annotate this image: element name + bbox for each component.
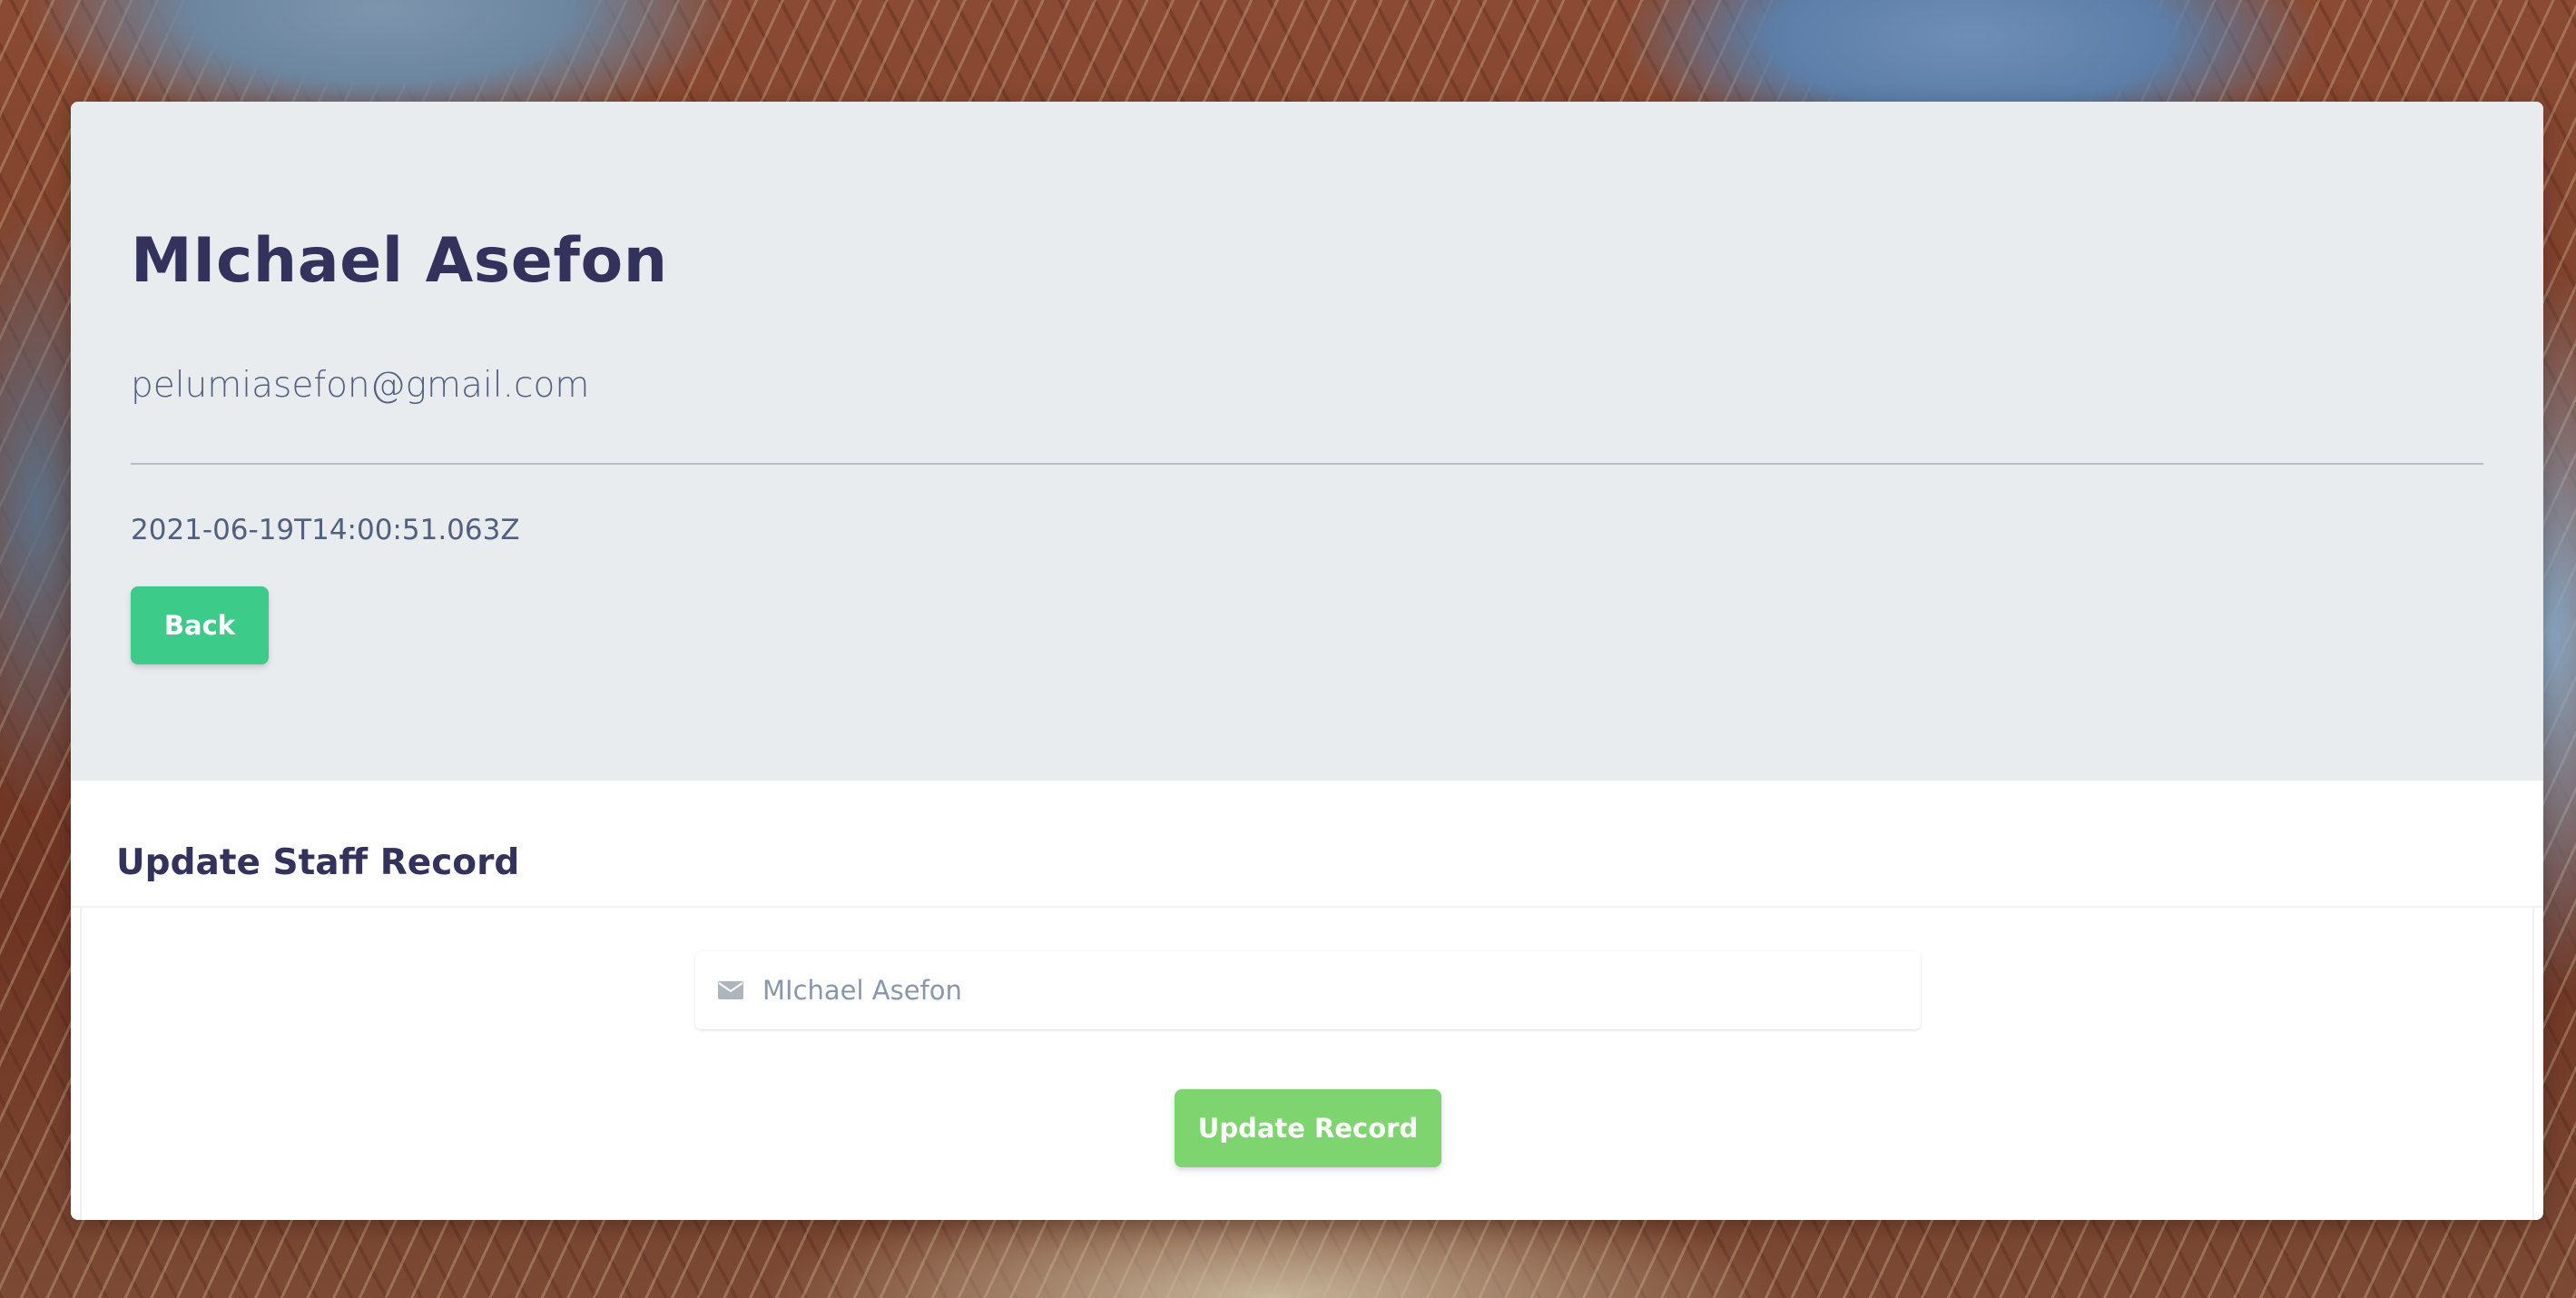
staff-card: MIchael Asefon pelumiasefon@gmail.com 20… bbox=[71, 102, 2543, 1220]
update-section-title: Update Staff Record bbox=[116, 842, 520, 883]
divider bbox=[131, 463, 2483, 465]
staff-name-input[interactable] bbox=[744, 951, 1921, 1029]
staff-email: pelumiasefon@gmail.com bbox=[131, 365, 590, 406]
created-timestamp: 2021-06-19T14:00:51.063Z bbox=[131, 514, 520, 546]
page-background: { "profile": { "name": "MIchael Asefon",… bbox=[0, 0, 2576, 1298]
back-button[interactable]: Back bbox=[131, 586, 269, 664]
envelope-icon bbox=[717, 979, 744, 1001]
staff-name-heading: MIchael Asefon bbox=[131, 225, 668, 297]
profile-jumbotron bbox=[71, 102, 2543, 781]
update-record-button[interactable]: Update Record bbox=[1175, 1089, 1441, 1167]
name-input-group bbox=[695, 951, 1921, 1029]
